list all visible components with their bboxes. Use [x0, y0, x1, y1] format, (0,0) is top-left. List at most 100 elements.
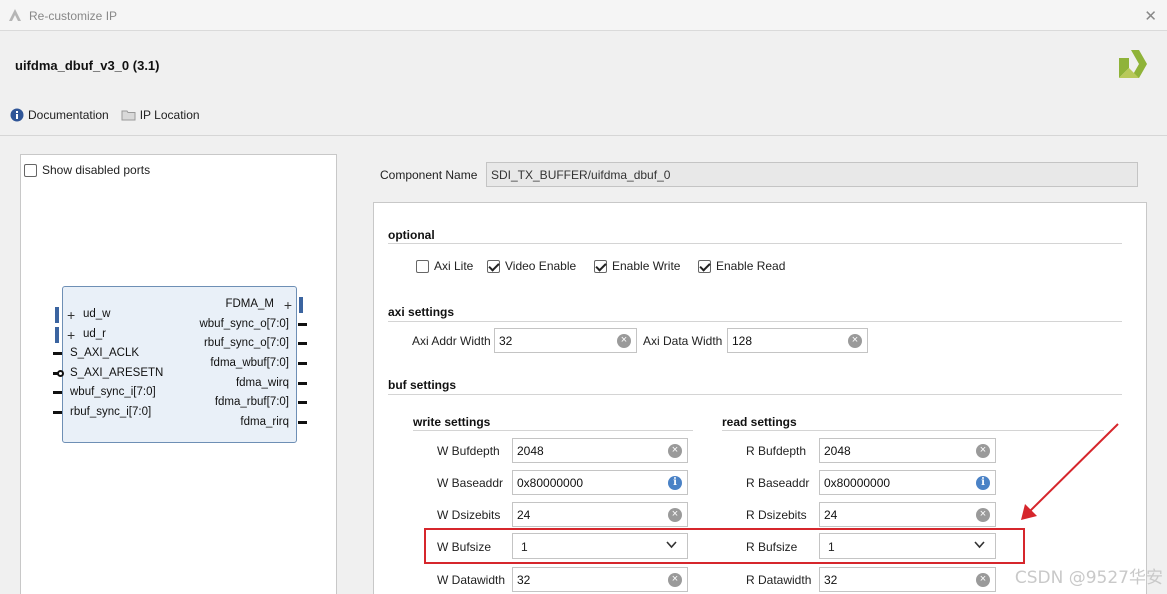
r-dsizebits-value: 24 [824, 508, 838, 522]
axi-addr-width-value: 32 [499, 334, 513, 348]
port-wbuf-sync-o: wbuf_sync_o[7:0] [199, 318, 289, 330]
video-enable-label: Video Enable [505, 259, 577, 273]
bus-pin [299, 297, 303, 313]
annotation-arrow-icon [1015, 420, 1121, 528]
folder-icon [121, 109, 136, 121]
axi-data-width-label: Axi Data Width [643, 334, 723, 348]
port-wbuf-sync-i: wbuf_sync_i[7:0] [70, 386, 156, 398]
axi-data-width-value: 128 [732, 334, 753, 348]
watermark: CSDN @9527华安 [1014, 568, 1163, 588]
axi-addr-width-label: Axi Addr Width [412, 334, 491, 348]
r-baseaddr-label: R Baseaddr [746, 476, 810, 490]
checkbox[interactable] [698, 259, 711, 273]
clear-icon[interactable]: × [976, 573, 990, 587]
checkbox[interactable] [24, 163, 37, 177]
clear-icon[interactable]: × [976, 444, 990, 458]
vivado-logo-icon [8, 8, 22, 25]
show-disabled-ports-checkbox[interactable]: Show disabled ports [24, 163, 150, 177]
write-settings-title: write settings [413, 415, 491, 429]
clear-icon[interactable]: × [668, 444, 682, 458]
r-datawidth-value: 32 [824, 573, 838, 587]
component-name-field[interactable]: SDI_TX_BUFFER/uifdma_dbuf_0 [486, 162, 1138, 187]
highlight-box [424, 528, 1025, 564]
pin [298, 323, 307, 326]
expand-icon[interactable]: + [67, 308, 75, 322]
port-s-axi-aresetn: S_AXI_ARESETN [70, 367, 164, 379]
w-datawidth-value: 32 [517, 573, 531, 587]
toolbar: Documentation IP Location [10, 108, 212, 122]
r-bufdepth-label: R Bufdepth [746, 444, 807, 458]
expand-icon[interactable]: + [67, 328, 75, 342]
enable-read-checkbox[interactable]: Enable Read [698, 259, 785, 273]
checkbox[interactable] [416, 259, 429, 273]
header: uifdma_dbuf_v3_0 (3.1) Documentation IP … [0, 32, 1167, 136]
enable-write-label: Enable Write [612, 259, 681, 273]
show-disabled-ports-label: Show disabled ports [42, 163, 151, 177]
port-ud-w: ud_w [83, 308, 111, 320]
divider [388, 394, 1122, 395]
window-title: Re-customize IP [29, 9, 118, 23]
pin [53, 352, 62, 355]
clear-icon[interactable]: × [617, 334, 631, 348]
ip-location-button[interactable]: IP Location [121, 108, 200, 122]
w-dsizebits-field[interactable]: 24 × [512, 502, 688, 527]
info-icon [10, 108, 24, 122]
divider [413, 430, 693, 431]
title-bar: Re-customize IP ✕ [0, 0, 1167, 31]
w-baseaddr-field[interactable]: 0x80000000 i [512, 470, 688, 495]
port-fdma-wirq: fdma_wirq [235, 377, 289, 389]
w-bufdepth-field[interactable]: 2048 × [512, 438, 688, 463]
r-baseaddr-field[interactable]: 0x80000000 i [819, 470, 996, 495]
enable-read-label: Enable Read [716, 259, 786, 273]
ip-symbol: + ud_w + ud_r S_AXI_ACLK S_AXI_ARESETN w… [62, 286, 297, 443]
buf-settings-title: buf settings [388, 378, 456, 392]
checkbox[interactable] [594, 259, 607, 273]
info-icon[interactable]: i [976, 476, 990, 490]
documentation-label: Documentation [28, 108, 109, 122]
inverted-pin [57, 370, 64, 377]
r-bufdepth-value: 2048 [824, 444, 851, 458]
pin [53, 411, 62, 414]
pin [53, 391, 62, 394]
port-fdma-wbuf: fdma_wbuf[7:0] [210, 357, 289, 369]
read-settings-title: read settings [722, 415, 797, 429]
port-fdma-m: FDMA_M [225, 298, 274, 310]
clear-icon[interactable]: × [848, 334, 862, 348]
clear-icon[interactable]: × [976, 508, 990, 522]
bus-pin [55, 327, 59, 343]
r-datawidth-label: R Datawidth [746, 573, 812, 587]
clear-icon[interactable]: × [668, 573, 682, 587]
clear-icon[interactable]: × [668, 508, 682, 522]
pin [298, 362, 307, 365]
port-rbuf-sync-o: rbuf_sync_o[7:0] [203, 337, 289, 349]
documentation-button[interactable]: Documentation [10, 108, 109, 122]
info-icon[interactable]: i [668, 476, 682, 490]
pin [298, 401, 307, 404]
r-dsizebits-field[interactable]: 24 × [819, 502, 996, 527]
bus-pin [55, 307, 59, 323]
axi-settings-title: axi settings [388, 305, 455, 319]
close-icon[interactable]: ✕ [1144, 7, 1157, 25]
component-name-label: Component Name [380, 168, 478, 182]
pin [298, 342, 307, 345]
enable-write-checkbox[interactable]: Enable Write [594, 259, 680, 273]
r-baseaddr-value: 0x80000000 [824, 476, 891, 490]
axi-data-width-field[interactable]: 128 × [727, 328, 868, 353]
r-bufdepth-field[interactable]: 2048 × [819, 438, 996, 463]
expand-icon[interactable]: + [284, 298, 292, 312]
pin [298, 382, 307, 385]
divider [388, 321, 1122, 322]
axi-addr-width-field[interactable]: 32 × [494, 328, 637, 353]
w-datawidth-field[interactable]: 32 × [512, 567, 688, 592]
axi-lite-checkbox[interactable]: Axi Lite [416, 259, 473, 273]
checkbox[interactable] [487, 259, 500, 273]
w-datawidth-label: W Datawidth [437, 573, 506, 587]
symbol-panel: Show disabled ports + ud_w + ud_r S_AXI_… [20, 154, 337, 594]
video-enable-checkbox[interactable]: Video Enable [487, 259, 576, 273]
w-bufdepth-value: 2048 [517, 444, 544, 458]
port-ud-r: ud_r [83, 328, 107, 340]
xilinx-logo-icon [1117, 48, 1149, 83]
axi-lite-label: Axi Lite [434, 259, 474, 273]
port-s-axi-aclk: S_AXI_ACLK [70, 347, 140, 359]
r-datawidth-field[interactable]: 32 × [819, 567, 996, 592]
